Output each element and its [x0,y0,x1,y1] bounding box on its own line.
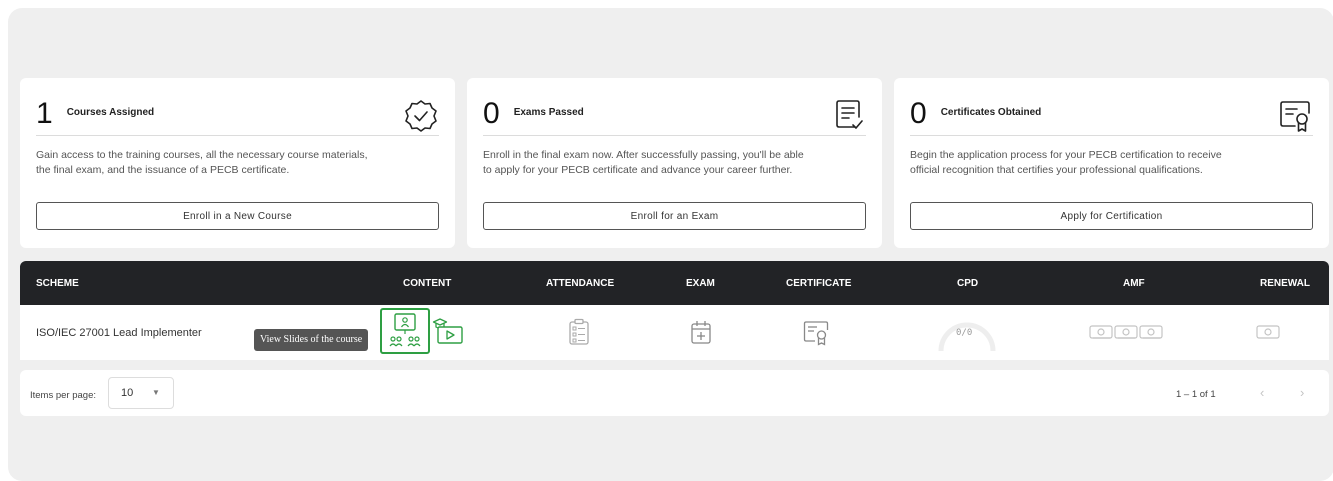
pagination-bar: Items per page: 10 ▼ 1 – 1 of 1 ‹ › [20,370,1329,416]
column-header-attendance: ATTENDANCE [546,278,615,289]
certificates-obtained-card: 0 Certificates Obtained Begin the applic… [894,78,1329,248]
courses-assigned-card: 1 Courses Assigned Gain access to the tr… [20,78,455,248]
renewal-payment-icon[interactable] [1256,324,1280,340]
certificates-obtained-description: Begin the application process for your P… [910,148,1313,178]
cpd-value: 0/0 [956,328,973,338]
description-line: the final exam, and the issuance of a PE… [36,164,290,176]
next-page-icon[interactable]: › [1300,385,1304,400]
description-line: Gain access to the training courses, all… [36,149,368,161]
card-header: 1 Courses Assigned [36,90,439,136]
description-line: Begin the application process for your P… [910,149,1222,161]
view-slides-button[interactable] [380,308,430,354]
attendance-clipboard-icon[interactable] [568,318,590,346]
chevron-down-icon: ▼ [152,388,160,397]
enroll-exam-button[interactable]: Enroll for an Exam [483,202,866,230]
certificates-obtained-count: 0 [910,96,927,130]
items-per-page-value: 10 [121,387,134,399]
column-header-certificate: CERTIFICATE [786,278,852,289]
column-header-exam: EXAM [686,278,715,289]
description-line: official recognition that certifies your… [910,164,1203,176]
view-slides-tooltip: View Slides of the course [254,329,369,351]
check-badge-icon [405,100,437,132]
courses-assigned-label: Courses Assigned [66,107,155,118]
column-header-cpd: CPD [957,278,979,289]
exam-document-icon [836,100,863,129]
enroll-new-course-button[interactable]: Enroll in a New Course [36,202,439,230]
exams-passed-count: 0 [483,96,500,130]
column-header-scheme[interactable]: SCHEME [36,278,79,289]
courses-assigned-count: 1 [36,96,53,130]
table-header: SCHEME CONTENT ATTENDANCE EXAM CERTIFICA… [20,261,1329,305]
exams-passed-card: 0 Exams Passed Enroll in the final exam … [467,78,882,248]
pagination-range: 1 – 1 of 1 [1176,389,1216,400]
certificate-icon[interactable] [802,320,830,346]
exam-calendar-icon[interactable] [690,319,712,345]
card-header: 0 Exams Passed [483,90,866,136]
items-per-page-select[interactable]: 10 ▼ [108,377,174,409]
column-header-renewal: RENEWAL [1260,278,1310,289]
certificate-icon [1280,101,1310,132]
card-header: 0 Certificates Obtained [910,90,1313,136]
table-row: ISO/IEC 27001 Lead Implementer 0/0 [20,305,1329,360]
amf-payment-icons[interactable] [1089,324,1163,340]
column-header-amf: AMF [1123,278,1145,289]
previous-page-icon[interactable]: ‹ [1260,385,1264,400]
exams-passed-description: Enroll in the final exam now. After succ… [483,148,866,178]
apply-certification-button[interactable]: Apply for Certification [910,202,1313,230]
description-line: to apply for your PECB certificate and a… [483,164,793,176]
slides-presentation-icon [389,313,421,347]
exams-passed-label: Exams Passed [513,107,584,118]
video-course-icon[interactable] [432,316,464,346]
column-header-content: CONTENT [403,278,452,289]
certificates-obtained-label: Certificates Obtained [940,107,1042,118]
scheme-name: ISO/IEC 27001 Lead Implementer [36,327,202,339]
description-line: Enroll in the final exam now. After succ… [483,149,804,161]
items-per-page-label: Items per page: [30,390,97,401]
courses-assigned-description: Gain access to the training courses, all… [36,148,439,178]
